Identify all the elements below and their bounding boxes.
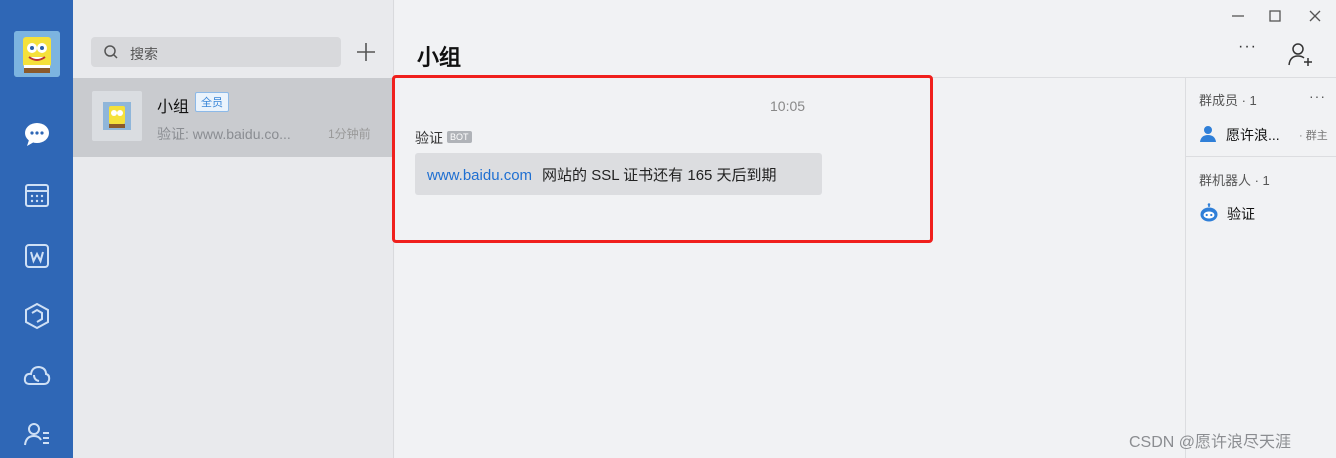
message-link[interactable]: www.baidu.com <box>427 167 532 184</box>
chat-icon[interactable] <box>19 116 55 152</box>
maximize-icon[interactable] <box>1265 6 1285 26</box>
divider <box>1186 156 1336 157</box>
all-members-badge: 全员 <box>195 92 229 112</box>
conversation-preview: 验证: www.baidu.co... <box>157 126 291 142</box>
watermark: CSDN @愿许浪尽天涯 <box>1129 434 1292 451</box>
message-sender: 验证 <box>415 130 443 146</box>
message-bubble: www.baidu.com 网站的 SSL 证书还有 165 天后到期 <box>415 153 822 195</box>
search-icon <box>104 45 118 59</box>
member-role: · 群主 <box>1299 130 1328 142</box>
user-avatar[interactable] <box>14 31 60 77</box>
chat-panel: 小组 ··· 10:05 验证 BOT www.baidu.com 网站的 SSL… <box>392 0 1336 458</box>
cloud-phone-icon[interactable] <box>19 358 55 394</box>
robot-icon <box>1200 203 1218 222</box>
conversation-name: 小组 <box>157 99 190 116</box>
chat-header: 小组 ··· <box>395 0 1336 78</box>
conversation-item[interactable]: 小组 全员 验证: www.baidu.co... 1分钟前 <box>73 78 394 157</box>
workbench-icon[interactable] <box>19 298 55 334</box>
person-icon <box>1200 126 1216 142</box>
add-icon[interactable] <box>354 40 378 64</box>
members-header: 群成员 · 1 <box>1199 93 1257 108</box>
calendar-icon[interactable] <box>19 177 55 213</box>
member-name: 愿许浪... <box>1226 127 1280 143</box>
chat-title: 小组 <box>417 45 462 70</box>
group-avatar <box>92 91 142 141</box>
close-icon[interactable] <box>1305 6 1325 26</box>
message-time: 10:05 <box>770 98 806 114</box>
conversation-time: 1分钟前 <box>328 127 371 141</box>
members-more-button[interactable]: ··· <box>1309 88 1326 104</box>
minimize-icon[interactable] <box>1228 6 1248 26</box>
contacts-icon[interactable] <box>19 416 55 452</box>
conversation-list: 搜索 小组 全员 验证: www.baidu.co... 1分钟前 <box>73 0 394 458</box>
group-side-panel: 群成员 · 1 ··· 愿许浪... · 群主 群机器人 · 1 验证 <box>1185 78 1336 458</box>
add-member-icon[interactable] <box>1286 40 1314 68</box>
nav-rail <box>0 0 73 458</box>
bot-tag: BOT <box>447 131 472 143</box>
document-w-icon[interactable] <box>19 238 55 274</box>
search-input[interactable]: 搜索 <box>91 37 341 67</box>
search-placeholder: 搜索 <box>130 46 158 62</box>
robot-name: 验证 <box>1227 206 1255 222</box>
robots-header: 群机器人 · 1 <box>1199 173 1270 188</box>
member-item[interactable]: 愿许浪... · 群主 <box>1199 124 1336 144</box>
more-options-button[interactable]: ··· <box>1238 38 1266 66</box>
message-text: 网站的 SSL 证书还有 165 天后到期 <box>542 167 777 184</box>
robot-item[interactable]: 验证 <box>1199 202 1336 224</box>
